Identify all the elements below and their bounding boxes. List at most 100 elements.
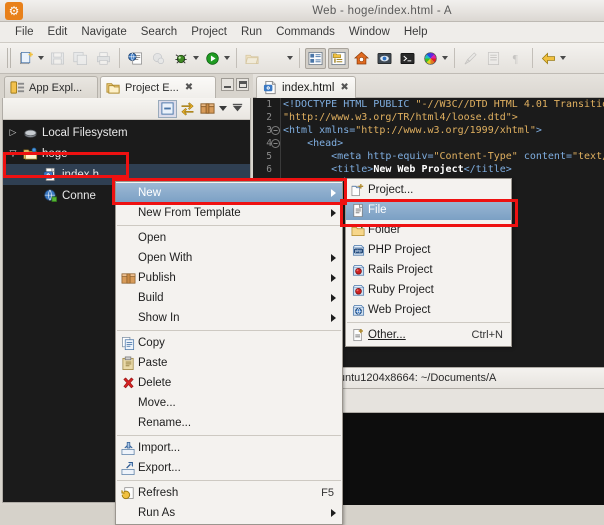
close-icon[interactable]: ✖ [340, 82, 348, 93]
show-whitespace-icon[interactable] [483, 48, 504, 69]
menu-item-label: New [138, 187, 162, 199]
menu-item-show-in[interactable]: Show In [116, 308, 342, 328]
tree-row-local-filesystem[interactable]: ▷ Local Filesystem [3, 122, 250, 143]
sidebar-tab-app-explorer[interactable]: App Expl... [4, 76, 98, 98]
save-all-icon[interactable] [70, 48, 91, 69]
menubar-item-help[interactable]: Help [397, 24, 435, 40]
run-icon[interactable] [202, 48, 223, 69]
menu-item-new-from-template[interactable]: New From Template [116, 203, 342, 223]
menubar-item-run[interactable]: Run [234, 24, 269, 40]
menu-item-project[interactable]: Project... [346, 180, 511, 200]
menu-icon-placeholder [118, 310, 138, 326]
menu-item-build[interactable]: Build [116, 288, 342, 308]
fold-toggle-icon[interactable]: − [271, 126, 280, 135]
view-menu-icon[interactable] [228, 100, 247, 118]
back-icon[interactable] [538, 48, 559, 69]
save-icon[interactable] [47, 48, 68, 69]
code-token: <!DOCTYPE HTML PUBLIC [283, 99, 416, 110]
editor-tab-index-html[interactable]: index.html ✖ [256, 76, 356, 98]
menu-item-open[interactable]: Open [116, 228, 342, 248]
menu-item-run-as[interactable]: Run As [116, 503, 342, 523]
window-title: Web - hoge/index.html - A [312, 4, 452, 17]
code-token: "Content-Type" [433, 151, 518, 162]
new-submenu[interactable]: Project... File Folder php PHP Project Rails … [345, 178, 512, 347]
paragraph-icon[interactable]: ¶ [506, 48, 527, 69]
home-icon[interactable] [351, 48, 372, 69]
menu-item-copy[interactable]: Copy [116, 333, 342, 353]
menu-item-label: Refresh [138, 487, 179, 499]
code-line: <html xmlns="http://www.w3.org/1999/xhtm… [283, 124, 604, 137]
code-token: content= [517, 151, 572, 162]
menu-separator [117, 435, 341, 436]
open-resource-icon[interactable] [242, 48, 263, 69]
menu-item-web-project[interactable]: Web Project [346, 300, 511, 320]
code-token: </title> [463, 164, 512, 175]
fold-toggle-icon[interactable]: − [271, 139, 280, 148]
terminal-icon[interactable] [397, 48, 418, 69]
new-wizard-dropdown-arrow[interactable] [38, 56, 44, 60]
menu-icon-placeholder [118, 230, 138, 246]
menubar-item-commands[interactable]: Commands [269, 24, 342, 40]
menubar-item-file[interactable]: File [8, 24, 41, 40]
menu-item-rails-project[interactable]: Rails Project [346, 260, 511, 280]
menu-icon-placeholder [118, 395, 138, 411]
code-lines: <!DOCTYPE HTML PUBLIC "-//W3C//DTD HTML … [283, 98, 604, 189]
preview-icon[interactable] [374, 48, 395, 69]
menu-item-file[interactable]: File [346, 200, 511, 220]
menu-item-open-with[interactable]: Open With [116, 248, 342, 268]
external-tools-icon[interactable] [148, 48, 169, 69]
menubar-item-project[interactable]: Project [184, 24, 234, 40]
menu-item-label: PHP Project [368, 244, 431, 256]
menu-item-php-project[interactable]: php PHP Project [346, 240, 511, 260]
publish-dropdown-arrow[interactable] [287, 56, 293, 60]
toolbar: ¶ [0, 43, 604, 74]
link-with-editor-icon[interactable] [178, 100, 197, 118]
menu-item-export[interactable]: Export... [116, 458, 342, 478]
debug-icon[interactable] [171, 48, 192, 69]
menu-item-label: Rails Project [368, 264, 433, 276]
color-picker-icon[interactable] [420, 48, 441, 69]
menubar-item-window[interactable]: Window [342, 24, 397, 40]
delete-icon [118, 375, 138, 391]
clean-icon[interactable] [460, 48, 481, 69]
menu-item-label: Open With [138, 252, 193, 264]
run-dropdown-arrow[interactable] [224, 56, 230, 60]
project-explorer-view-icon[interactable] [328, 47, 349, 69]
sidebar-tab-project-explorer[interactable]: Project E... ✖ [100, 76, 216, 98]
back-dropdown-arrow[interactable] [560, 56, 566, 60]
color-picker-dropdown-arrow[interactable] [442, 56, 448, 60]
menu-item-rename[interactable]: Rename... [116, 413, 342, 433]
maximize-button[interactable] [236, 78, 249, 91]
print-icon[interactable] [93, 48, 114, 69]
debug-dropdown-arrow[interactable] [193, 56, 199, 60]
menu-item-publish[interactable]: Publish [116, 268, 342, 288]
menu-item-delete[interactable]: Delete [116, 373, 342, 393]
menubar-item-search[interactable]: Search [134, 24, 184, 40]
publish-icon[interactable] [198, 100, 217, 118]
outline-view-icon[interactable] [305, 47, 326, 69]
menu-item-folder[interactable]: Folder [346, 220, 511, 240]
menu-item-other[interactable]: Other... Ctrl+N [346, 325, 511, 345]
context-menu[interactable]: New New From Template Open Open With Publish… [115, 181, 343, 525]
menubar-item-edit[interactable]: Edit [41, 24, 75, 40]
code-line: "http://www.w3.org/TR/html4/loose.dtd"> [283, 111, 604, 124]
menu-item-move[interactable]: Move... [116, 393, 342, 413]
preview-in-browser-icon[interactable] [125, 48, 146, 69]
new-wizard-icon[interactable] [16, 48, 37, 69]
menubar-item-navigate[interactable]: Navigate [74, 24, 133, 40]
code-line: <!DOCTYPE HTML PUBLIC "-//W3C//DTD HTML … [283, 98, 604, 111]
publish-icon[interactable] [265, 48, 286, 69]
tree-row-hoge[interactable]: ▽ hoge [3, 143, 250, 164]
menu-item-ruby-project[interactable]: Ruby Project [346, 280, 511, 300]
menu-item-import[interactable]: Import... [116, 438, 342, 458]
project-explorer-toolbar [3, 98, 250, 120]
menu-item-refresh[interactable]: Refresh F5 [116, 483, 342, 503]
close-icon[interactable]: ✖ [185, 82, 193, 93]
menu-item-paste[interactable]: Paste [116, 353, 342, 373]
minimize-button[interactable] [221, 78, 234, 91]
tree-row-label: hoge [42, 147, 68, 160]
chevron-down-icon[interactable] [218, 100, 227, 118]
menu-item-new[interactable]: New [116, 183, 342, 203]
tree-row-label: Local Filesystem [42, 126, 128, 139]
collapse-all-icon[interactable] [158, 99, 177, 118]
